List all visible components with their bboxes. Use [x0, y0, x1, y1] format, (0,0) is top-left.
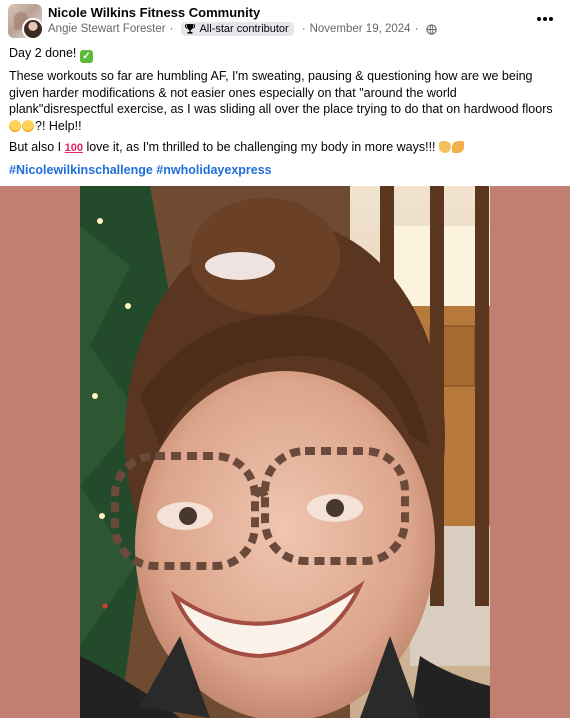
selfie-photo-illustration: [80, 186, 490, 718]
hashtags: #Nicolewilkinschallenge #nwholidayexpres…: [9, 162, 562, 179]
avatar-group[interactable]: [8, 4, 44, 40]
meta-separator: ·: [414, 23, 419, 35]
meta-separator: ·: [169, 23, 174, 35]
post-line-day: Day 2 done! ✓: [9, 45, 562, 63]
group-name[interactable]: Nicole Wilkins Fitness Community: [48, 5, 260, 20]
post-header: Nicole Wilkins Fitness Community Angie S…: [0, 0, 570, 44]
facebook-post: Nicole Wilkins Fitness Community Angie S…: [0, 0, 570, 718]
post-paragraph-2: But also I 100 love it, as I'm thrilled …: [9, 139, 562, 157]
trophy-icon: [185, 24, 196, 34]
meta-separator: ·: [301, 23, 306, 35]
hundred-points-icon: 100: [64, 142, 83, 154]
globe-icon[interactable]: [426, 23, 438, 35]
check-mark-icon: ✓: [79, 50, 93, 63]
post-photo-background: [0, 186, 570, 718]
post-photo[interactable]: [80, 186, 490, 718]
more-options-button[interactable]: [532, 6, 558, 26]
author-name[interactable]: Angie Stewart Forester: [48, 23, 166, 35]
more-dots-icon: [537, 16, 541, 21]
author-avatar[interactable]: [22, 18, 44, 40]
post-meta: Angie Stewart Forester · All-star contri…: [48, 22, 438, 36]
laughing-emoji-icon: [9, 119, 21, 132]
hashtag-link[interactable]: #nwholidayexpress: [156, 163, 271, 177]
badge-label: All-star contributor: [199, 23, 289, 35]
hashtag-link[interactable]: #Nicolewilkinschallenge: [9, 163, 153, 177]
post-body: Day 2 done! ✓ These workouts so far are …: [9, 45, 562, 183]
laughing-emoji-icon: [22, 119, 34, 132]
flexed-biceps-emoji-icon: [452, 141, 465, 153]
contributor-badge[interactable]: All-star contributor: [181, 22, 294, 36]
post-paragraph-1: These workouts so far are humbling AF, I…: [9, 69, 553, 133]
post-date[interactable]: November 19, 2024: [310, 23, 411, 35]
clapping-hands-emoji-icon: [439, 141, 452, 153]
